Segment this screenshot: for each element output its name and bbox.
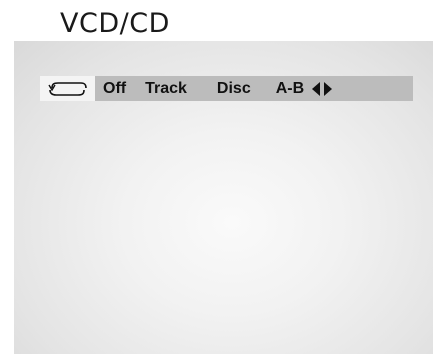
tv-screen: Off Track Disc A-B <box>14 41 433 354</box>
repeat-menu-bar: Off Track Disc A-B <box>40 76 413 101</box>
repeat-icon <box>47 81 87 96</box>
option-disc[interactable]: Disc <box>217 80 251 98</box>
option-off[interactable]: Off <box>103 80 126 98</box>
option-a-b[interactable]: A-B <box>276 80 304 98</box>
page: VCD/CD Off Track Disc A-B <box>0 0 438 355</box>
left-right-arrows-icon[interactable] <box>311 81 333 97</box>
repeat-icon-box[interactable] <box>40 76 95 101</box>
option-track[interactable]: Track <box>145 80 187 98</box>
page-title: VCD/CD <box>60 8 170 39</box>
arrows-glyph <box>312 81 333 96</box>
